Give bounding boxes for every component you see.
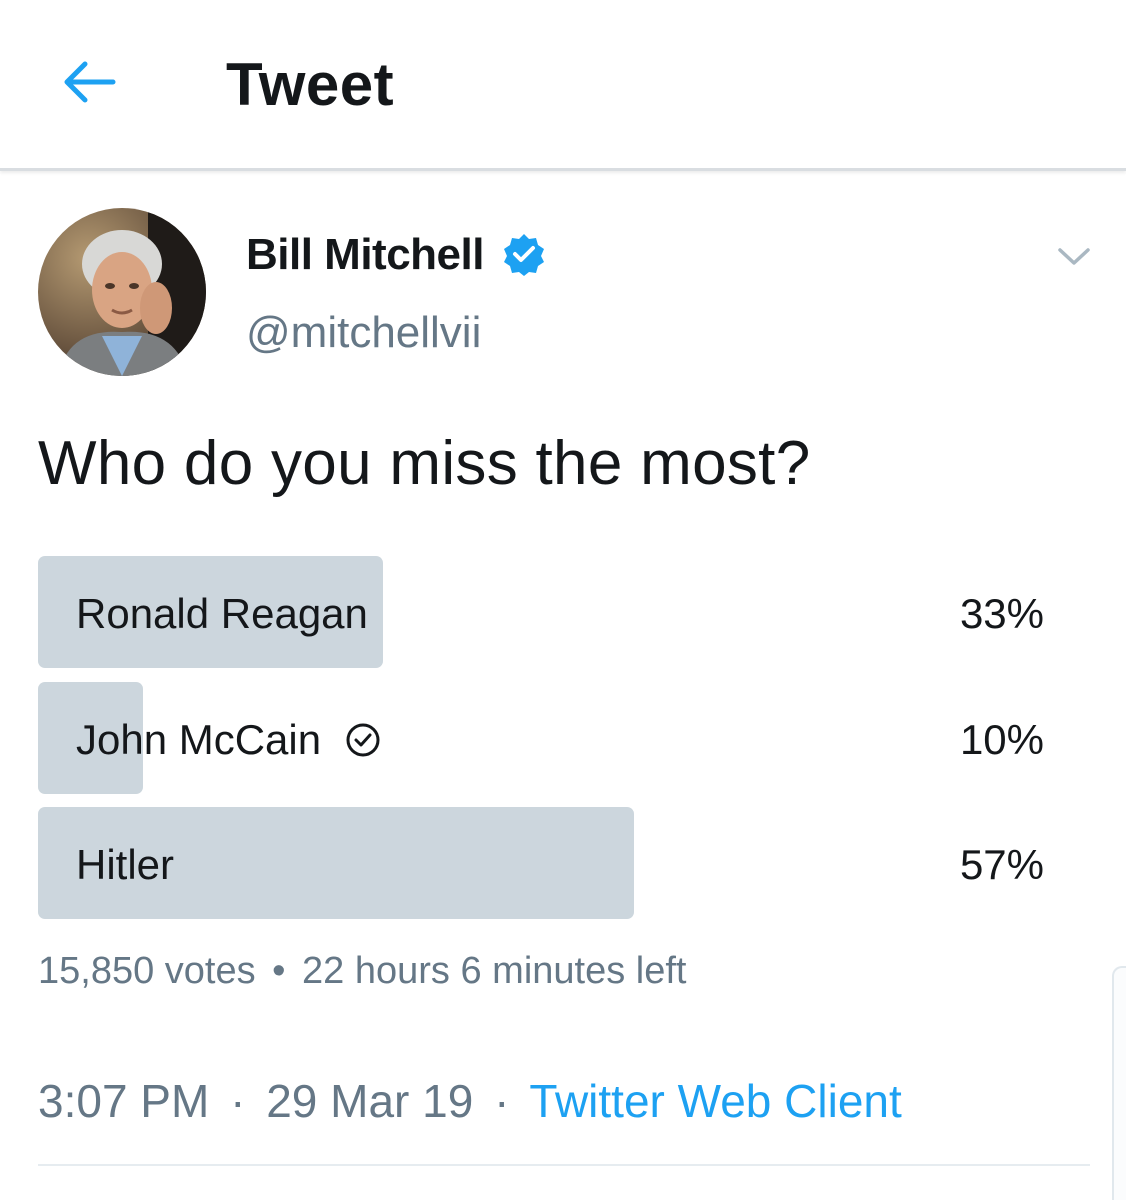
author-handle[interactable]: @mitchellvii <box>246 308 481 358</box>
tweet-date: 29 Mar 19 <box>266 1075 474 1127</box>
poll-option-percent: 10% <box>959 716 1044 763</box>
poll-summary: 15,850 votes • 22 hours 6 minutes left <box>38 950 686 993</box>
poll-option-percent: 33% <box>959 590 1044 637</box>
scroll-panel-edge <box>1112 966 1126 1200</box>
poll-option-label: John McCain <box>76 716 381 764</box>
chevron-down-icon <box>1058 248 1090 265</box>
poll-option-text: Ronald Reagan <box>76 590 368 637</box>
poll-option-percent: 57% <box>959 841 1044 888</box>
top-app-bar: Tweet <box>0 0 1126 171</box>
page-title: Tweet <box>226 51 395 118</box>
poll-option-text: Hitler <box>76 841 175 888</box>
voted-check-icon <box>346 723 380 757</box>
tweet-detail-page: Tweet Bill Mitchell @mitchellvii Who do … <box>0 0 1126 1200</box>
verified-badge-icon <box>504 234 544 276</box>
poll-vote-count: 15,850 votes <box>38 950 256 992</box>
poll-option[interactable]: Ronald Reagan 33% <box>38 556 1048 668</box>
poll-time-left: 22 hours 6 minutes left <box>302 950 687 992</box>
poll-option-text: John McCain <box>76 716 322 763</box>
separator-dot: · <box>494 1075 510 1127</box>
separator-dot: · <box>230 1075 246 1127</box>
avatar-photo <box>38 208 206 376</box>
poll-option-label: Hitler <box>76 841 174 889</box>
tweet-time: 3:07 PM <box>38 1075 210 1127</box>
avatar[interactable] <box>38 208 206 376</box>
separator-dot: • <box>272 950 286 992</box>
author-name[interactable]: Bill Mitchell <box>246 230 484 280</box>
tweet-source-link[interactable]: Twitter Web Client <box>529 1075 901 1127</box>
arrow-left-icon <box>64 61 116 103</box>
poll-option[interactable]: John McCain 10% <box>38 682 1048 794</box>
tweet-menu-button[interactable] <box>1054 236 1094 276</box>
back-button[interactable] <box>54 52 124 112</box>
divider <box>38 1164 1090 1166</box>
poll-option[interactable]: Hitler 57% <box>38 807 1048 919</box>
poll-option-label: Ronald Reagan <box>76 590 368 638</box>
tweet-timestamp: 3:07 PM · 29 Mar 19 · Twitter Web Client <box>38 1074 902 1128</box>
tweet-text: Who do you miss the most? <box>38 429 811 498</box>
